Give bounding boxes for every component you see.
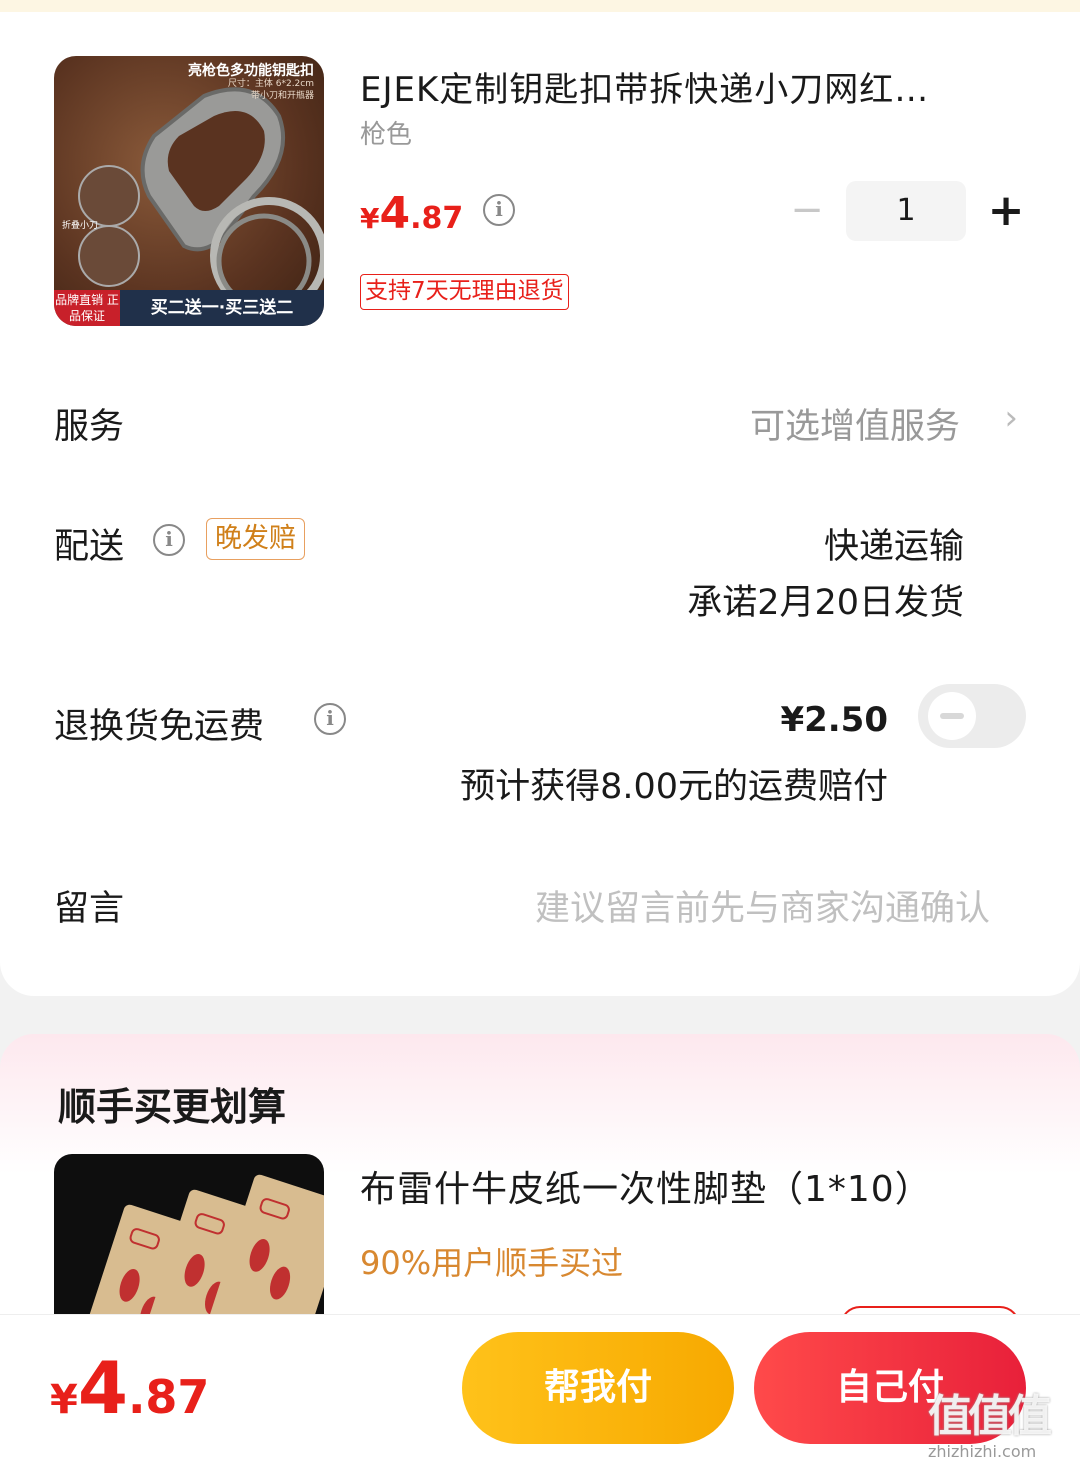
watermark-url: zhizhizhi.com	[928, 1442, 1037, 1461]
delivery-info-icon[interactable]: i	[153, 524, 185, 556]
product-image[interactable]: 亮枪色多功能钥匙扣 尺寸：主体 6*2.2cm 带小刀和开瓶器 折叠小刀 品牌直…	[54, 56, 324, 326]
image-promo-strip: 买二送一·买三送二	[120, 290, 324, 326]
price-info-icon[interactable]: i	[483, 194, 515, 226]
chevron-right-icon[interactable]: ›	[1004, 398, 1018, 438]
image-size: 尺寸：主体 6*2.2cm	[227, 79, 314, 89]
total-price: ¥4.87	[50, 1346, 209, 1430]
return-freight-label: 退换货免运费	[54, 707, 265, 747]
toggle-off-icon	[940, 713, 964, 719]
total-decimal: .87	[127, 1370, 210, 1424]
total-integer: 4	[77, 1346, 128, 1430]
toggle-knob	[928, 692, 976, 740]
image-feature: 带小刀和开瓶器	[250, 91, 314, 101]
image-size-text: 尺寸：主体 6*2.2cm 带小刀和开瓶器	[214, 78, 314, 102]
delivery-label: 配送	[54, 527, 125, 567]
quantity-field[interactable]: 1	[846, 181, 966, 241]
price-currency: ¥	[360, 202, 380, 235]
recommend-title: 顺手买更划算	[58, 1085, 287, 1129]
top-strip	[0, 0, 1080, 12]
recommend-item-title[interactable]: 布雷什牛皮纸一次性脚垫（1*10）	[360, 1160, 932, 1212]
quantity-plus-button[interactable]: +	[986, 186, 1026, 236]
return-policy-tag: 支持7天无理由退货	[360, 274, 569, 310]
watermark: 值值值 zhizhizhi.com	[928, 1380, 1074, 1461]
late-ship-compensation-tag: 晚发赔	[206, 518, 305, 560]
total-currency: ¥	[50, 1377, 78, 1423]
recommend-bought-text: 90%用户顺手买过	[360, 1244, 624, 1282]
image-brand-badge: 品牌直销 正品保证	[54, 290, 120, 326]
service-label: 服务	[54, 407, 125, 447]
watermark-logo: 值值值	[928, 1391, 1052, 1442]
return-freight-price: ¥2.50	[780, 700, 888, 740]
delivery-promise: 承诺2月20日发货	[687, 583, 964, 623]
help-pay-button[interactable]: 帮我付	[462, 1332, 734, 1444]
return-freight-toggle[interactable]	[918, 684, 1026, 748]
product-price: ¥4.87	[360, 188, 463, 239]
return-freight-compensation: 预计获得8.00元的运费赔付	[460, 767, 888, 807]
image-banner: 亮枪色多功能钥匙扣	[188, 63, 314, 79]
price-decimal: .87	[410, 201, 464, 236]
message-label: 留言	[54, 889, 125, 929]
service-value[interactable]: 可选增值服务	[750, 398, 960, 449]
image-fold-label: 折叠小刀	[62, 221, 99, 231]
delivery-method: 快递运输	[823, 527, 964, 567]
quantity-minus-button[interactable]: −	[790, 190, 824, 230]
price-integer: 4	[379, 188, 411, 239]
return-freight-info-icon[interactable]: i	[314, 703, 346, 735]
product-variant[interactable]: 枪色	[360, 114, 412, 151]
product-title[interactable]: EJEK定制钥匙扣带拆快递小刀网红…	[360, 62, 1020, 111]
message-input[interactable]: 建议留言前先与商家沟通确认	[535, 880, 990, 931]
